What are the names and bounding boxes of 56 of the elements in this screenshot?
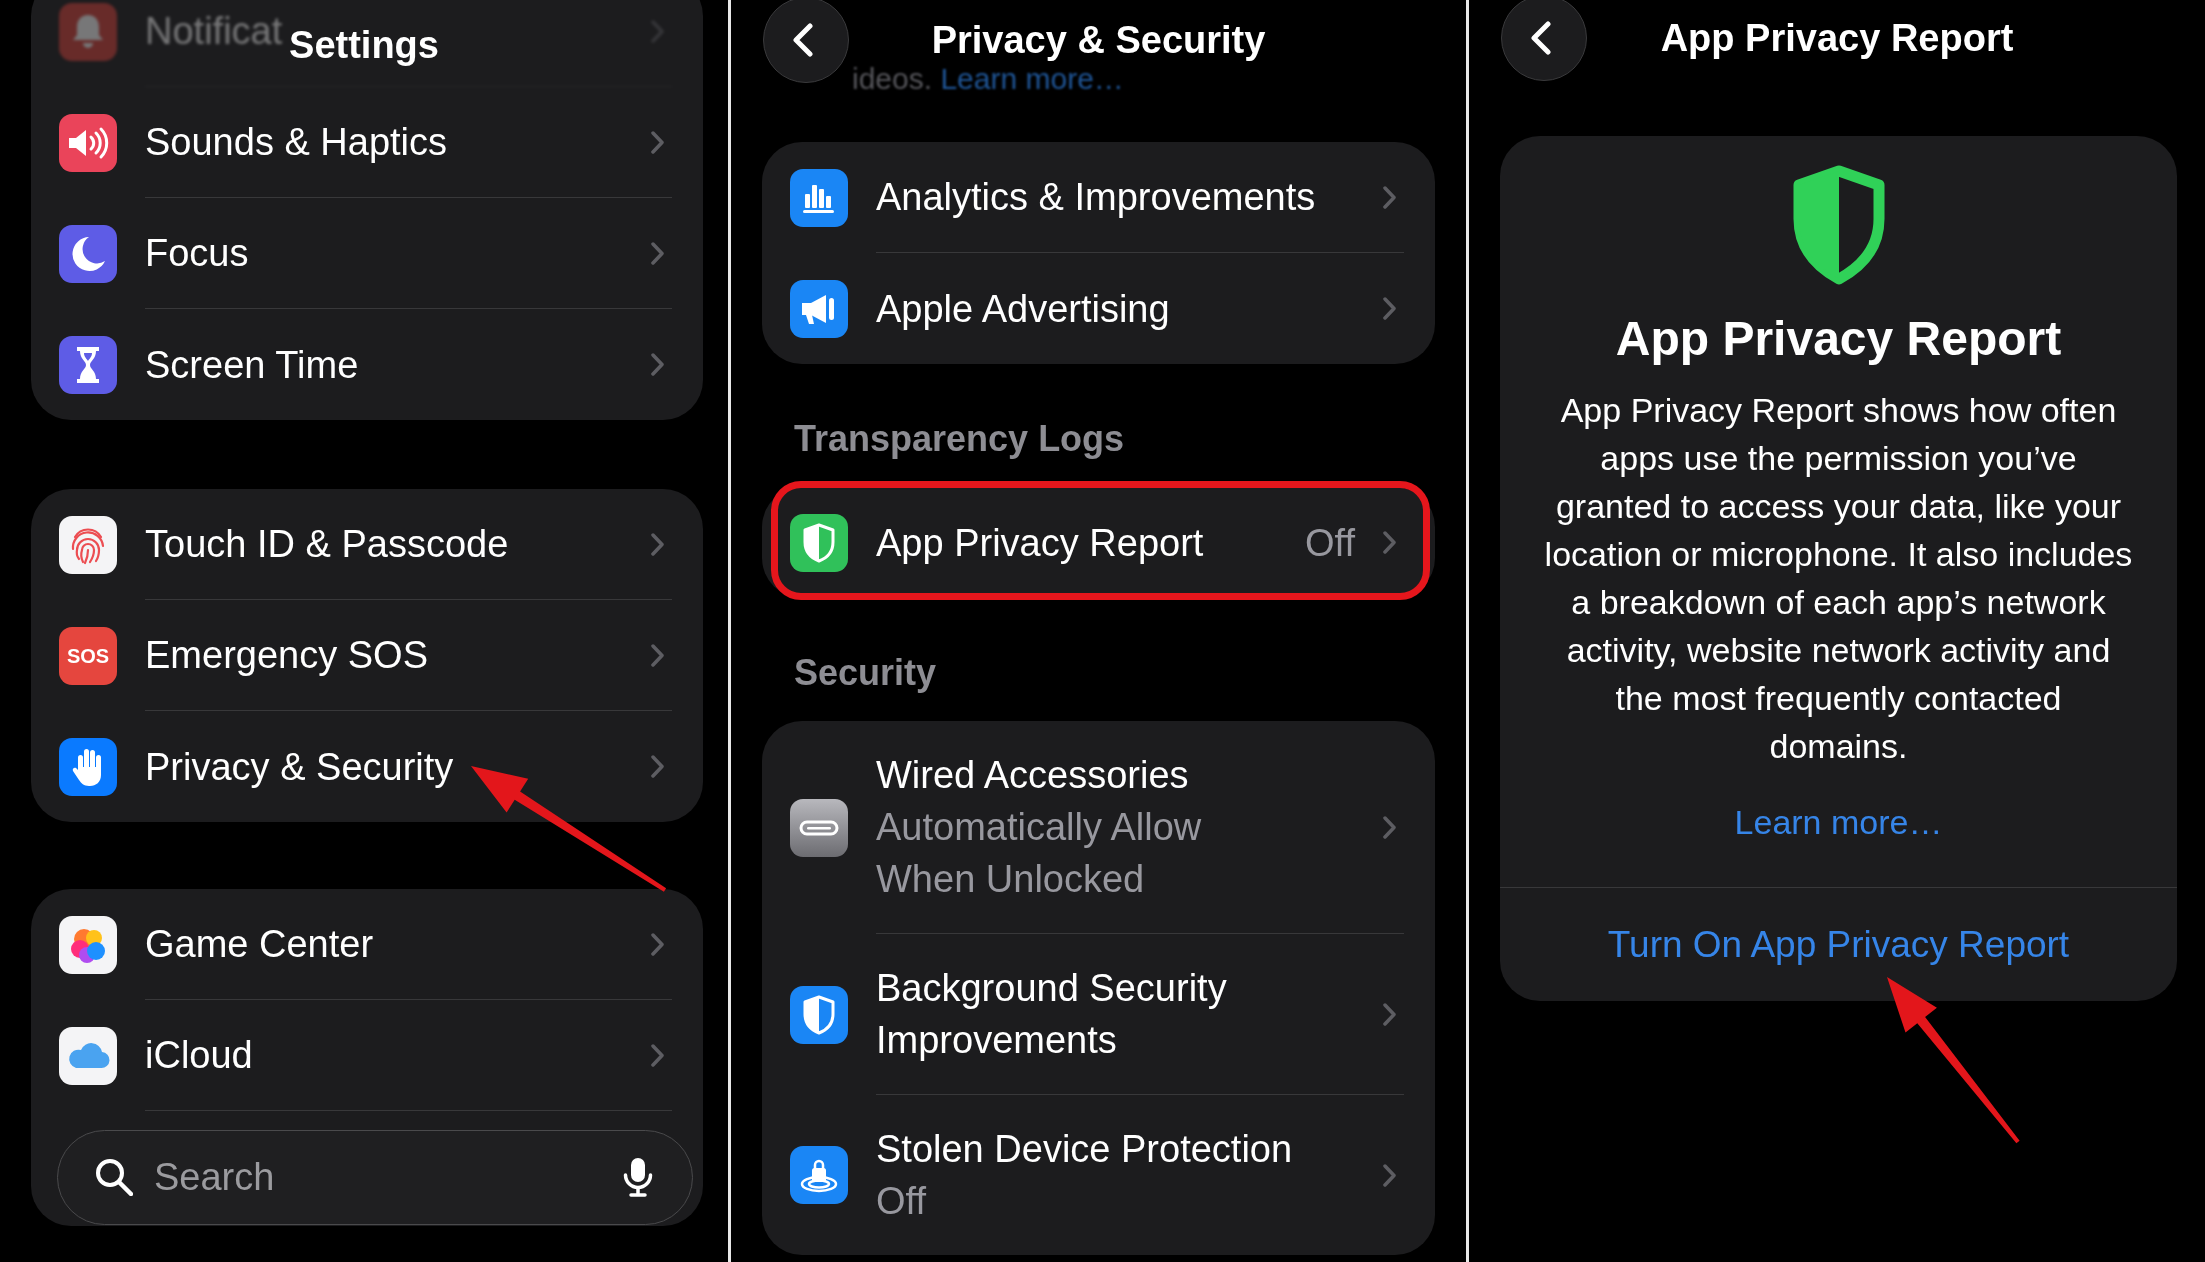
chevron-right-icon [651,241,664,265]
bar-chart-icon [790,168,848,227]
chevron-right-icon [1383,1002,1396,1026]
chevron-right-icon [1383,185,1396,209]
settings-row[interactable]: Apple Advertising [762,253,1435,364]
port-icon [790,798,848,857]
settings-row[interactable]: SOS Emergency SOS [31,600,703,711]
sos-icon: SOS [59,626,117,685]
settings-row[interactable]: Sounds & Haptics [31,87,703,198]
settings-row[interactable]: Focus [31,198,703,309]
settings-row[interactable]: Stolen Device Protection Off [762,1095,1435,1255]
learn-more-link[interactable]: Learn more… [1734,798,1943,846]
section-header: Security [794,651,937,695]
chevron-right-icon [651,932,664,956]
description-text: App Privacy Report shows how often apps use the permission you’ve granted to access your data, like your location or microphone. It also includes a breakdown of each app’s network activity, website network activity and the most frequently contacted domains. [1543,390,2134,767]
search-icon [95,1158,133,1196]
section-header: Transparency Logs [794,417,1125,461]
shield-icon [790,513,848,572]
microphone-icon [623,1157,653,1197]
settings-row[interactable]: Background Security Improvements [762,934,1435,1095]
cloud-icon [59,1026,117,1085]
search-field[interactable]: Search [57,1130,693,1225]
chevron-right-icon [651,643,664,667]
settings-row[interactable]: Analytics & Improvements [762,142,1435,253]
screen-title: Privacy & Security [931,18,1266,63]
chevron-right-icon [651,353,664,376]
faded-note: ideos. Learn more… [852,64,1124,94]
chevron-right-icon [1383,815,1396,839]
bubbles-icon [59,915,117,974]
chevron-right-icon [1383,531,1396,554]
chevron-left-icon [793,23,813,57]
chevron-right-icon [1383,1163,1396,1187]
screen-title: Settings [289,23,439,68]
screen-title: App Privacy Report [1660,16,2014,61]
bell-icon [59,2,117,61]
settings-row[interactable]: Game Center [31,889,703,1000]
chevron-right-icon [651,532,664,556]
settings-row[interactable]: App Privacy Report Off [762,487,1435,598]
settings-row[interactable]: Touch ID & Passcode [31,489,703,600]
hand-icon [59,737,117,796]
lock-icon [790,1146,848,1204]
chevron-right-icon [651,1043,664,1067]
settings-row[interactable]: iCloud [31,1000,703,1111]
chevron-left-icon [1531,21,1551,55]
settings-row[interactable]: Screen Time [31,309,703,420]
moon-icon [59,224,117,283]
settings-row[interactable]: Wired Accessories Automatically Allow When Unlocked [762,721,1435,934]
hourglass-icon [59,335,117,394]
chevron-right-icon [651,130,664,154]
chevron-right-icon [1383,297,1396,320]
speaker-icon [59,113,117,172]
card-heading: App Privacy Report [1615,311,2062,367]
chevron-right-icon [651,755,664,778]
fingerprint-icon [59,515,117,574]
megaphone-icon [790,279,848,338]
shield-icon [790,985,848,1044]
